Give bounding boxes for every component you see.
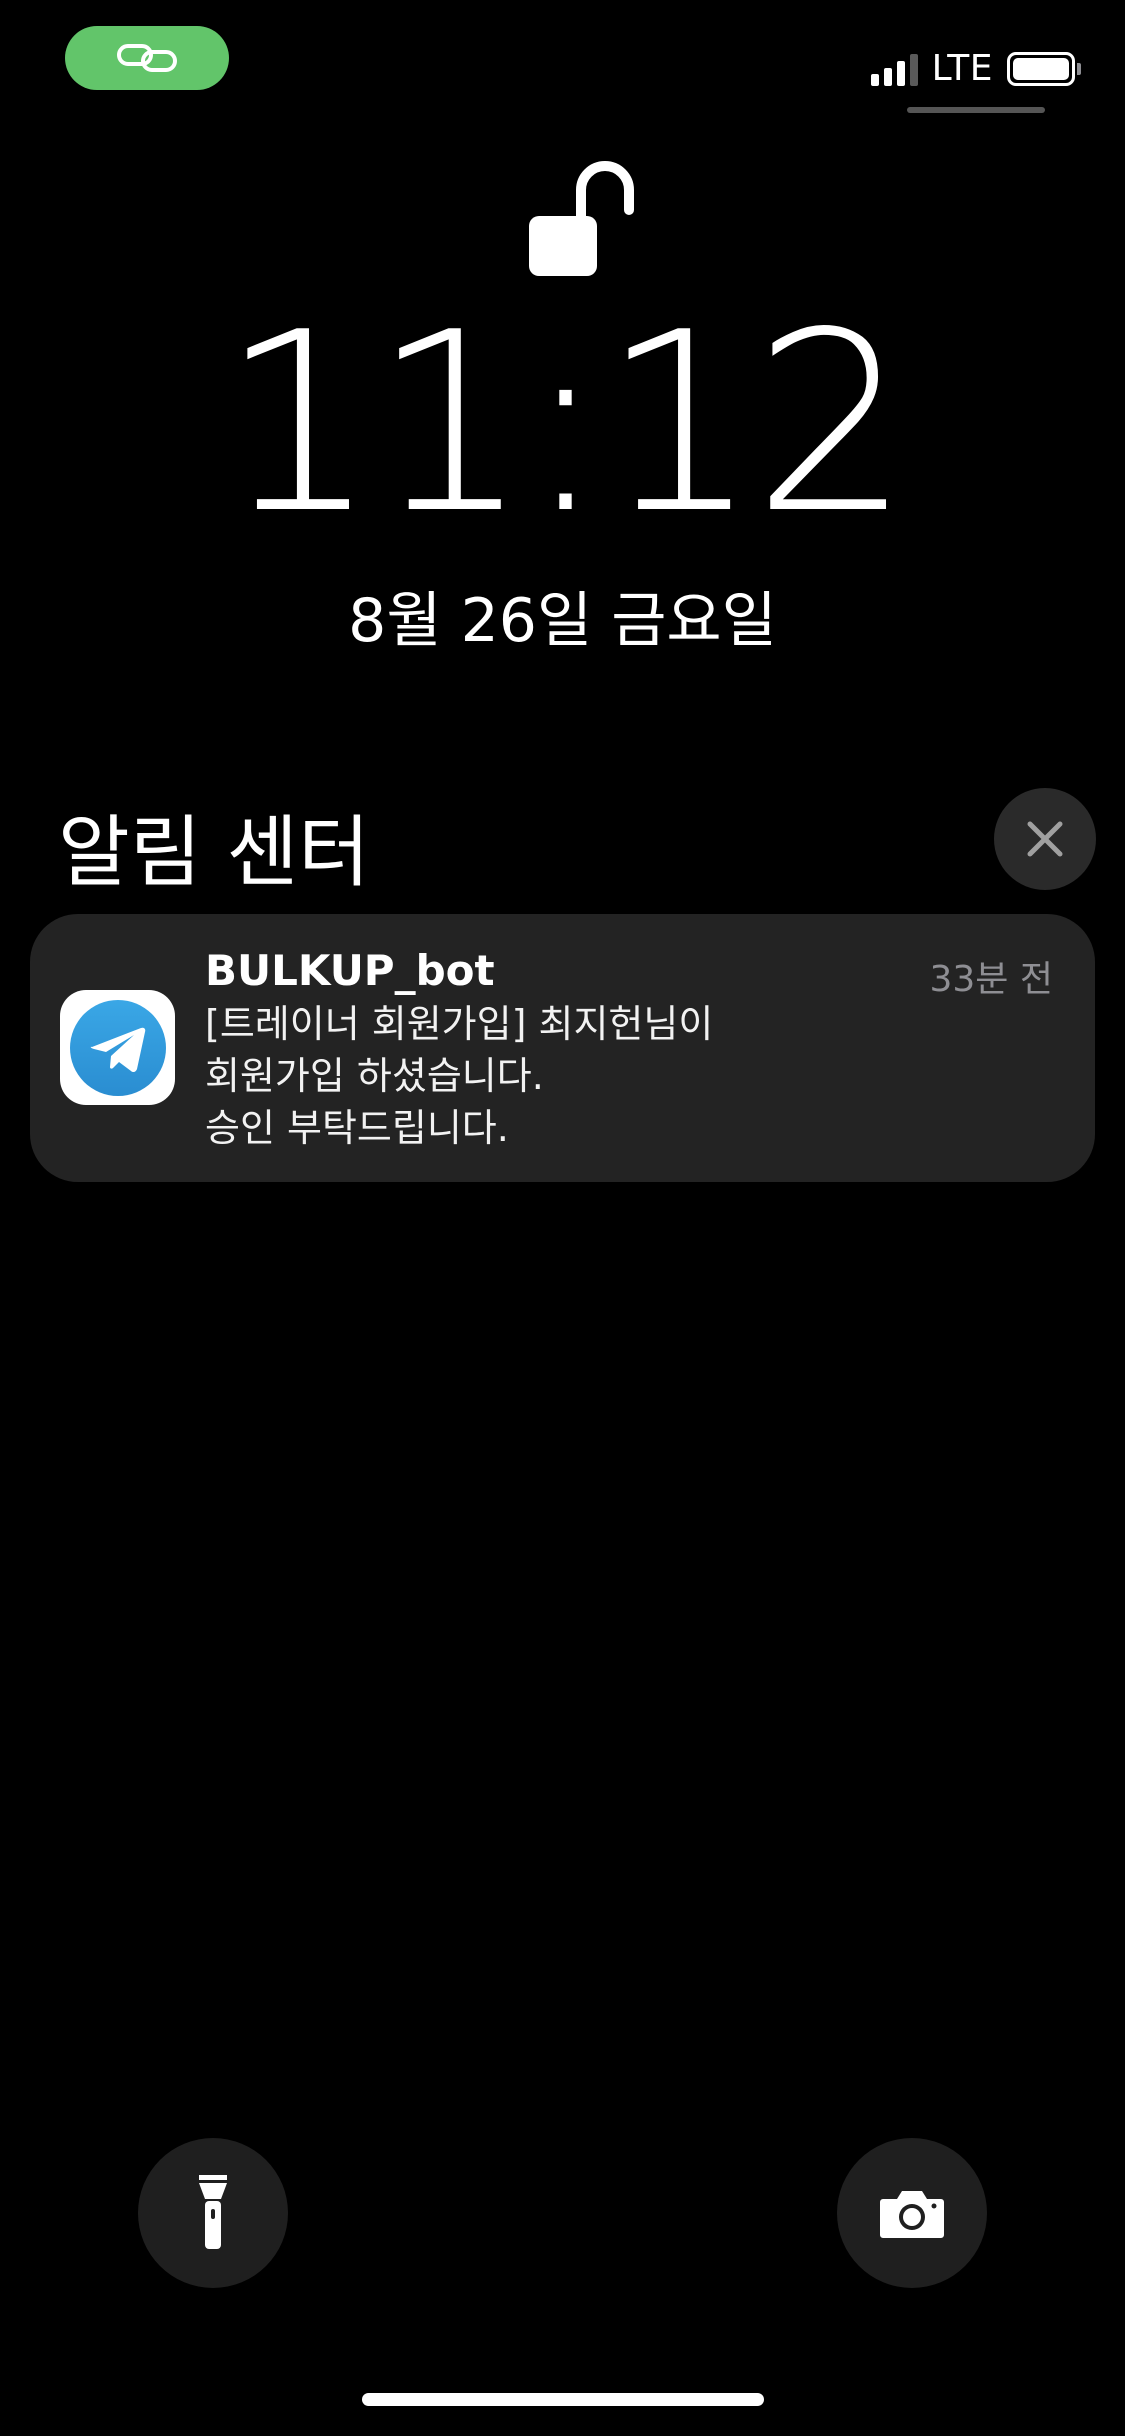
- app-icon-container: [60, 990, 175, 1105]
- notification-body: [트레이너 회원가입] 최지헌님이 회원가입 하셨습니다. 승인 부탁드립니다.: [205, 998, 1025, 1154]
- close-icon: [1027, 821, 1063, 857]
- lock-screen: LTE 11:12 8월 26일 금요일 알림 센터 BULKUP_bot 33…: [0, 0, 1125, 2436]
- link-icon: [117, 44, 177, 72]
- notification-body-line: 회원가입 하셨습니다.: [205, 1054, 544, 1098]
- clear-notifications-button[interactable]: [994, 788, 1096, 890]
- notification-app-name: BULKUP_bot: [205, 946, 495, 995]
- notification-body-line: 승인 부탁드립니다.: [205, 1106, 509, 1150]
- network-type: LTE: [931, 48, 993, 89]
- telegram-icon: [69, 999, 166, 1096]
- battery-icon: [1007, 51, 1081, 86]
- status-indicators: LTE: [870, 48, 1081, 89]
- camera-button[interactable]: [837, 2138, 987, 2288]
- notification-time: 33분 전: [929, 959, 1054, 1000]
- unlocked-padlock-icon: [529, 161, 634, 276]
- notification-center-title: 알림 센터: [58, 808, 370, 898]
- camera-icon: [880, 2191, 944, 2238]
- notification-card[interactable]: BULKUP_bot 33분 전 [트레이너 회원가입] 최지헌님이 회원가입 …: [30, 914, 1095, 1182]
- notification-body-line: [트레이너 회원가입] 최지헌님이: [205, 1002, 714, 1046]
- control-center-indicator[interactable]: [907, 107, 1045, 113]
- signal-strength-icon: [870, 52, 918, 86]
- lock-date: 8월 26일 금요일: [348, 586, 777, 656]
- home-indicator[interactable]: [362, 2393, 764, 2406]
- flashlight-button[interactable]: [138, 2138, 288, 2288]
- lock-time: 11:12: [220, 280, 911, 568]
- screen-sharing-pill[interactable]: [65, 26, 229, 90]
- flashlight-icon: [199, 2175, 227, 2249]
